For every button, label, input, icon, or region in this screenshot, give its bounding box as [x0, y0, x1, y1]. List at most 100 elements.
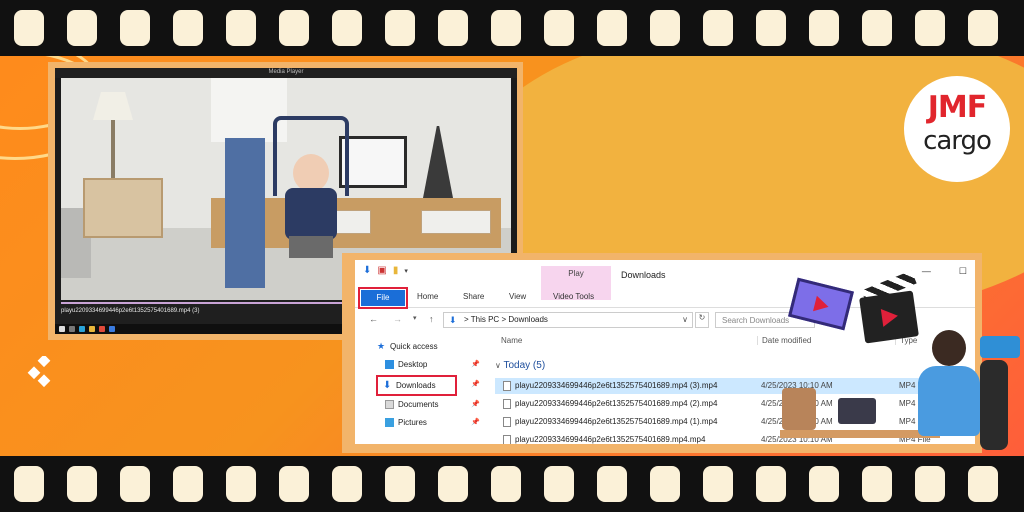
film-hole — [226, 466, 256, 502]
folder-icon[interactable] — [89, 326, 95, 332]
star-icon: ★ — [377, 341, 386, 351]
nav-documents[interactable]: Documents — [385, 400, 438, 409]
video-file-icon — [503, 417, 511, 427]
chevron-down-icon[interactable]: ∨ — [682, 315, 688, 324]
pin-icon[interactable]: 📌 — [471, 380, 480, 388]
windows-start-icon[interactable] — [59, 326, 65, 332]
film-hole — [14, 10, 44, 46]
store-icon[interactable] — [109, 326, 115, 332]
pin-icon[interactable]: 📌 — [471, 360, 480, 368]
video-baby — [293, 154, 329, 192]
film-hole — [862, 10, 892, 46]
arrow-down-icon[interactable]: ⬇ — [363, 265, 371, 276]
laptop-illustration — [838, 398, 876, 424]
search-icon[interactable] — [69, 326, 75, 332]
chevron-down-icon[interactable]: ▾ — [404, 267, 408, 275]
film-hole — [756, 10, 786, 46]
play-triangle-icon — [813, 295, 831, 315]
column-date-modified[interactable]: Date modified — [757, 336, 811, 345]
film-hole — [862, 466, 892, 502]
video-baby-body — [285, 188, 337, 240]
back-icon[interactable]: ← — [369, 314, 378, 324]
video-lamp-stem — [111, 120, 115, 180]
breadcrumb-this-pc[interactable]: This PC — [471, 315, 499, 324]
tab-home[interactable]: Home — [417, 292, 438, 301]
film-hole — [438, 10, 468, 46]
properties-icon[interactable]: ▣ — [377, 265, 386, 276]
video-file-icon — [503, 399, 511, 409]
film-hole — [491, 10, 521, 46]
group-header-today[interactable]: ∨ Today (5) — [495, 360, 545, 371]
tab-share[interactable]: Share — [463, 292, 484, 301]
pin-icon[interactable]: 📌 — [471, 400, 480, 408]
film-hole — [385, 466, 415, 502]
jmf-cargo-logo: JMF cargo — [904, 76, 1010, 182]
quick-access-toolbar: ⬇ ▣ ▮ ▾ — [363, 265, 408, 276]
nav-desktop-label: Desktop — [398, 360, 428, 369]
film-hole — [809, 466, 839, 502]
nav-quick-access[interactable]: ★ Quick access — [377, 341, 438, 352]
film-hole — [597, 466, 627, 502]
video-drawer — [421, 210, 491, 234]
minimize-icon[interactable]: — — [922, 266, 931, 277]
up-arrow-icon[interactable]: ↑ — [429, 314, 434, 324]
film-hole — [491, 466, 521, 502]
film-hole — [438, 466, 468, 502]
file-row[interactable]: playu2209334699446p2e6t1352575401689.mp4… — [495, 414, 975, 430]
breadcrumb: > This PC > Downloads — [464, 315, 548, 324]
nav-pictures[interactable]: Pictures — [385, 418, 427, 427]
context-tab-label: Play — [568, 269, 584, 278]
chevron-down-icon[interactable]: ▾ — [413, 314, 417, 322]
video-file-icon — [503, 435, 511, 444]
column-name[interactable]: Name — [501, 336, 522, 345]
chrome-icon[interactable] — [99, 326, 105, 332]
folder-icon[interactable]: ▮ — [393, 265, 399, 276]
tab-view[interactable]: View — [509, 292, 526, 301]
chevron-down-icon: ∨ — [495, 361, 501, 370]
tab-video-tools[interactable]: Video Tools — [553, 292, 594, 301]
film-hole — [915, 10, 945, 46]
video-file-icon — [503, 381, 511, 391]
tab-file[interactable]: File — [358, 287, 408, 309]
refresh-icon[interactable]: ↻ — [695, 312, 709, 328]
film-hole — [915, 466, 945, 502]
player-filename: playu2209334699446p2e6t1352575401689.mp4… — [61, 308, 200, 314]
person-head-illustration — [932, 330, 966, 366]
breadcrumb-sep: > — [464, 315, 469, 324]
logo-text-jmf: JMF — [927, 90, 988, 125]
file-row[interactable]: playu2209334699446p2e6t1352575401689.mp4… — [495, 396, 975, 412]
forward-icon[interactable]: → — [393, 314, 402, 324]
film-hole — [120, 466, 150, 502]
address-bar[interactable]: ⬇ > This PC > Downloads ∨ — [443, 312, 693, 328]
window-controls: — ☐ — [922, 266, 967, 277]
film-hole — [597, 10, 627, 46]
video-picture-frame — [339, 136, 407, 188]
video-baby-shorts — [289, 236, 333, 258]
film-hole — [279, 466, 309, 502]
film-hole — [703, 10, 733, 46]
film-hole — [968, 466, 998, 502]
file-name: playu2209334699446p2e6t1352575401689.mp4… — [515, 381, 718, 390]
download-folder-icon: ⬇ — [449, 315, 457, 325]
breadcrumb-downloads[interactable]: Downloads — [508, 315, 548, 324]
film-hole — [67, 466, 97, 502]
film-hole — [650, 10, 680, 46]
nav-desktop[interactable]: Desktop — [385, 360, 427, 369]
nav-documents-label: Documents — [398, 400, 439, 409]
film-hole — [120, 10, 150, 46]
nav-downloads-label: Downloads — [396, 381, 436, 390]
film-hole — [332, 10, 362, 46]
desk-illustration — [780, 430, 940, 438]
film-hole — [544, 466, 574, 502]
film-hole — [703, 466, 733, 502]
breadcrumb-sep: > — [501, 315, 507, 324]
pin-icon[interactable]: 📌 — [471, 418, 480, 426]
file-name: playu2209334699446p2e6t1352575401689.mp4… — [515, 435, 706, 444]
film-hole — [173, 10, 203, 46]
edge-icon[interactable] — [79, 326, 85, 332]
nav-downloads[interactable]: ⬇ Downloads — [376, 375, 457, 396]
maximize-icon[interactable]: ☐ — [959, 266, 967, 277]
file-row[interactable]: playu2209334699446p2e6t1352575401689.mp4… — [495, 378, 975, 394]
film-strip-top — [0, 0, 1024, 56]
documents-icon — [385, 400, 394, 409]
